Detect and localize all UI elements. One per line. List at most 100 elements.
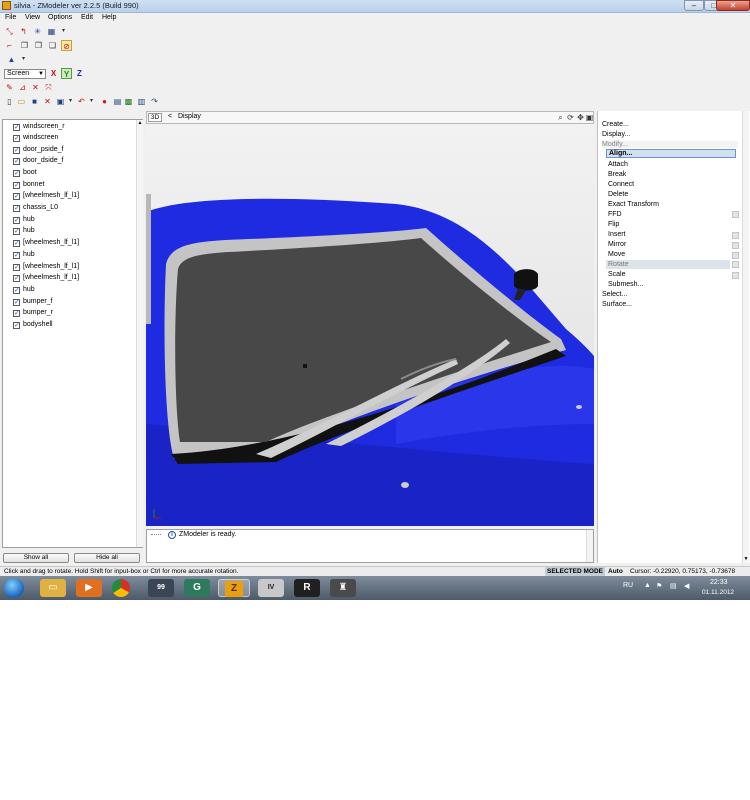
- command-panel-scrollbar[interactable]: ▼: [742, 111, 749, 563]
- list-item[interactable]: ✓ hub: [13, 214, 35, 225]
- command-modify[interactable]: Modify...: [602, 141, 738, 148]
- clock-time[interactable]: 22:33: [710, 579, 728, 586]
- list-item[interactable]: ✓ hub: [13, 284, 35, 295]
- box-icon[interactable]: ❐: [19, 40, 30, 51]
- tray-flag-icon[interactable]: ⚑: [656, 582, 662, 590]
- modify-item-exact-transform[interactable]: Exact Transform: [608, 201, 659, 208]
- modify-item-flip[interactable]: Flip: [608, 221, 619, 228]
- hide-all-button[interactable]: Hide all: [74, 553, 140, 563]
- modify-item-attach[interactable]: Attach: [608, 161, 628, 168]
- command-surface[interactable]: Surface...: [602, 301, 632, 308]
- media-player-icon[interactable]: ▶: [76, 579, 102, 597]
- checkbox[interactable]: ✓: [13, 205, 20, 212]
- insert-options-box[interactable]: [732, 232, 739, 239]
- render-icon[interactable]: ▤: [112, 96, 123, 107]
- chevron-down-icon[interactable]: ▾: [58, 26, 69, 37]
- modify-item-mirror[interactable]: Mirror: [608, 241, 626, 248]
- rotate-options-box[interactable]: [732, 261, 739, 268]
- modify-item-break[interactable]: Break: [608, 171, 626, 178]
- coordinate-system-select[interactable]: Screen ▼: [4, 69, 46, 79]
- modify-item-delete[interactable]: Delete: [608, 191, 628, 198]
- monitor-app-icon[interactable]: 99: [148, 579, 174, 597]
- list-item[interactable]: ✓ boot: [13, 167, 37, 178]
- file-explorer-icon[interactable]: ▭: [40, 579, 66, 597]
- open-folder-icon[interactable]: ▭: [16, 96, 27, 107]
- checkbox[interactable]: ✓: [13, 193, 20, 200]
- show-all-button[interactable]: Show all: [3, 553, 69, 563]
- list-item[interactable]: ✓ [wheelmesh_lf_l1]: [13, 272, 79, 283]
- list-item[interactable]: ✓ windscreen: [13, 132, 58, 143]
- list-item[interactable]: ✓ [wheelmesh_lf_l1]: [13, 261, 79, 272]
- 3d-viewport[interactable]: Z: [146, 124, 594, 526]
- command-create[interactable]: Create...: [602, 121, 629, 128]
- list-item[interactable]: ✓ bumper_r: [13, 307, 53, 318]
- zmodeler-taskbar-icon[interactable]: Z: [218, 579, 250, 597]
- minimize-button[interactable]: –: [684, 0, 704, 11]
- game-app-icon[interactable]: ♜: [330, 579, 356, 597]
- list-item[interactable]: ✓ [wheelmesh_lf_l1]: [13, 237, 79, 248]
- close-button[interactable]: ✕: [716, 0, 750, 11]
- select-filter-icon[interactable]: ▦: [46, 26, 57, 37]
- modify-item-align[interactable]: Align...: [606, 149, 736, 158]
- checkbox[interactable]: ✓: [13, 275, 20, 282]
- save-icon[interactable]: ■: [29, 96, 40, 107]
- modify-item-connect[interactable]: Connect: [608, 181, 634, 188]
- gta-iv-icon[interactable]: IV: [258, 579, 284, 597]
- language-indicator[interactable]: RU: [623, 582, 633, 589]
- checkbox[interactable]: ✓: [13, 299, 20, 306]
- list-item[interactable]: ✓ [wheelmesh_lf_l1]: [13, 190, 79, 201]
- delete-icon[interactable]: ✕: [42, 96, 53, 107]
- list-item[interactable]: ✓ bumper_f: [13, 296, 53, 307]
- menu-file[interactable]: File: [5, 14, 16, 21]
- list-item[interactable]: ✓ bonnet: [13, 179, 44, 190]
- checkbox[interactable]: ✓: [13, 135, 20, 142]
- modify-item-insert[interactable]: Insert: [608, 231, 626, 238]
- list-item[interactable]: ✓ chassis_L0: [13, 202, 58, 213]
- modify-item-ffd[interactable]: FFD: [608, 211, 622, 218]
- log-scrollbar[interactable]: [586, 530, 593, 562]
- command-select[interactable]: Select...: [602, 291, 627, 298]
- list-item[interactable]: ✓ bodyshell: [13, 319, 53, 330]
- scroll-down-icon[interactable]: ▼: [743, 556, 749, 563]
- arrows-icon[interactable]: ⤧: [43, 82, 54, 93]
- list-item[interactable]: ✓ windscreen_r: [13, 121, 65, 132]
- modify-item-rotate[interactable]: Rotate: [606, 260, 730, 269]
- tray-chevron-icon[interactable]: ▲: [644, 582, 651, 589]
- axis-x-toggle[interactable]: X: [48, 68, 59, 79]
- cross-icon[interactable]: ✕: [30, 82, 41, 93]
- list-item[interactable]: ✓ hub: [13, 249, 35, 260]
- checkbox[interactable]: ✓: [13, 124, 20, 131]
- maximize-view-icon[interactable]: ▣: [584, 112, 595, 123]
- clock-date[interactable]: 01.11.2012: [702, 589, 734, 596]
- redo-icon[interactable]: ↷: [149, 96, 160, 107]
- copy-box-icon[interactable]: ❐: [33, 40, 44, 51]
- notes-icon[interactable]: ▥: [136, 96, 147, 107]
- scroll-up-icon[interactable]: ▲: [137, 120, 143, 127]
- axis-z-toggle[interactable]: Z: [74, 68, 85, 79]
- checkbox[interactable]: ✓: [13, 264, 20, 271]
- mirror-options-box[interactable]: [732, 242, 739, 249]
- checkbox[interactable]: ✓: [13, 182, 20, 189]
- menu-edit[interactable]: Edit: [81, 14, 93, 21]
- select-polygon-icon[interactable]: ↰: [18, 26, 29, 37]
- checkbox[interactable]: ✓: [13, 310, 20, 317]
- checkbox[interactable]: ✓: [13, 147, 20, 154]
- command-display[interactable]: Display...: [602, 131, 630, 138]
- checkbox[interactable]: ✓: [13, 228, 20, 235]
- view-type-button[interactable]: 3D: [148, 113, 162, 122]
- checkbox[interactable]: ✓: [13, 287, 20, 294]
- axis-y-toggle[interactable]: Y: [61, 68, 72, 79]
- display-menu[interactable]: < Display: [168, 113, 201, 120]
- materials-icon[interactable]: ▩: [123, 96, 134, 107]
- list-item[interactable]: ✓ door_pside_f: [13, 144, 63, 155]
- modify-item-scale[interactable]: Scale: [608, 271, 626, 278]
- select-object-icon[interactable]: ✳: [32, 26, 43, 37]
- checkbox[interactable]: ✓: [13, 158, 20, 165]
- checkbox[interactable]: ✓: [13, 322, 20, 329]
- tray-network-icon[interactable]: ▤: [670, 582, 677, 590]
- modify-item-move[interactable]: Move: [608, 251, 625, 258]
- checkbox[interactable]: ✓: [13, 217, 20, 224]
- list-item[interactable]: ✓ hub: [13, 225, 35, 236]
- windows-start-icon[interactable]: [4, 578, 24, 598]
- paint-icon[interactable]: ✎: [4, 82, 15, 93]
